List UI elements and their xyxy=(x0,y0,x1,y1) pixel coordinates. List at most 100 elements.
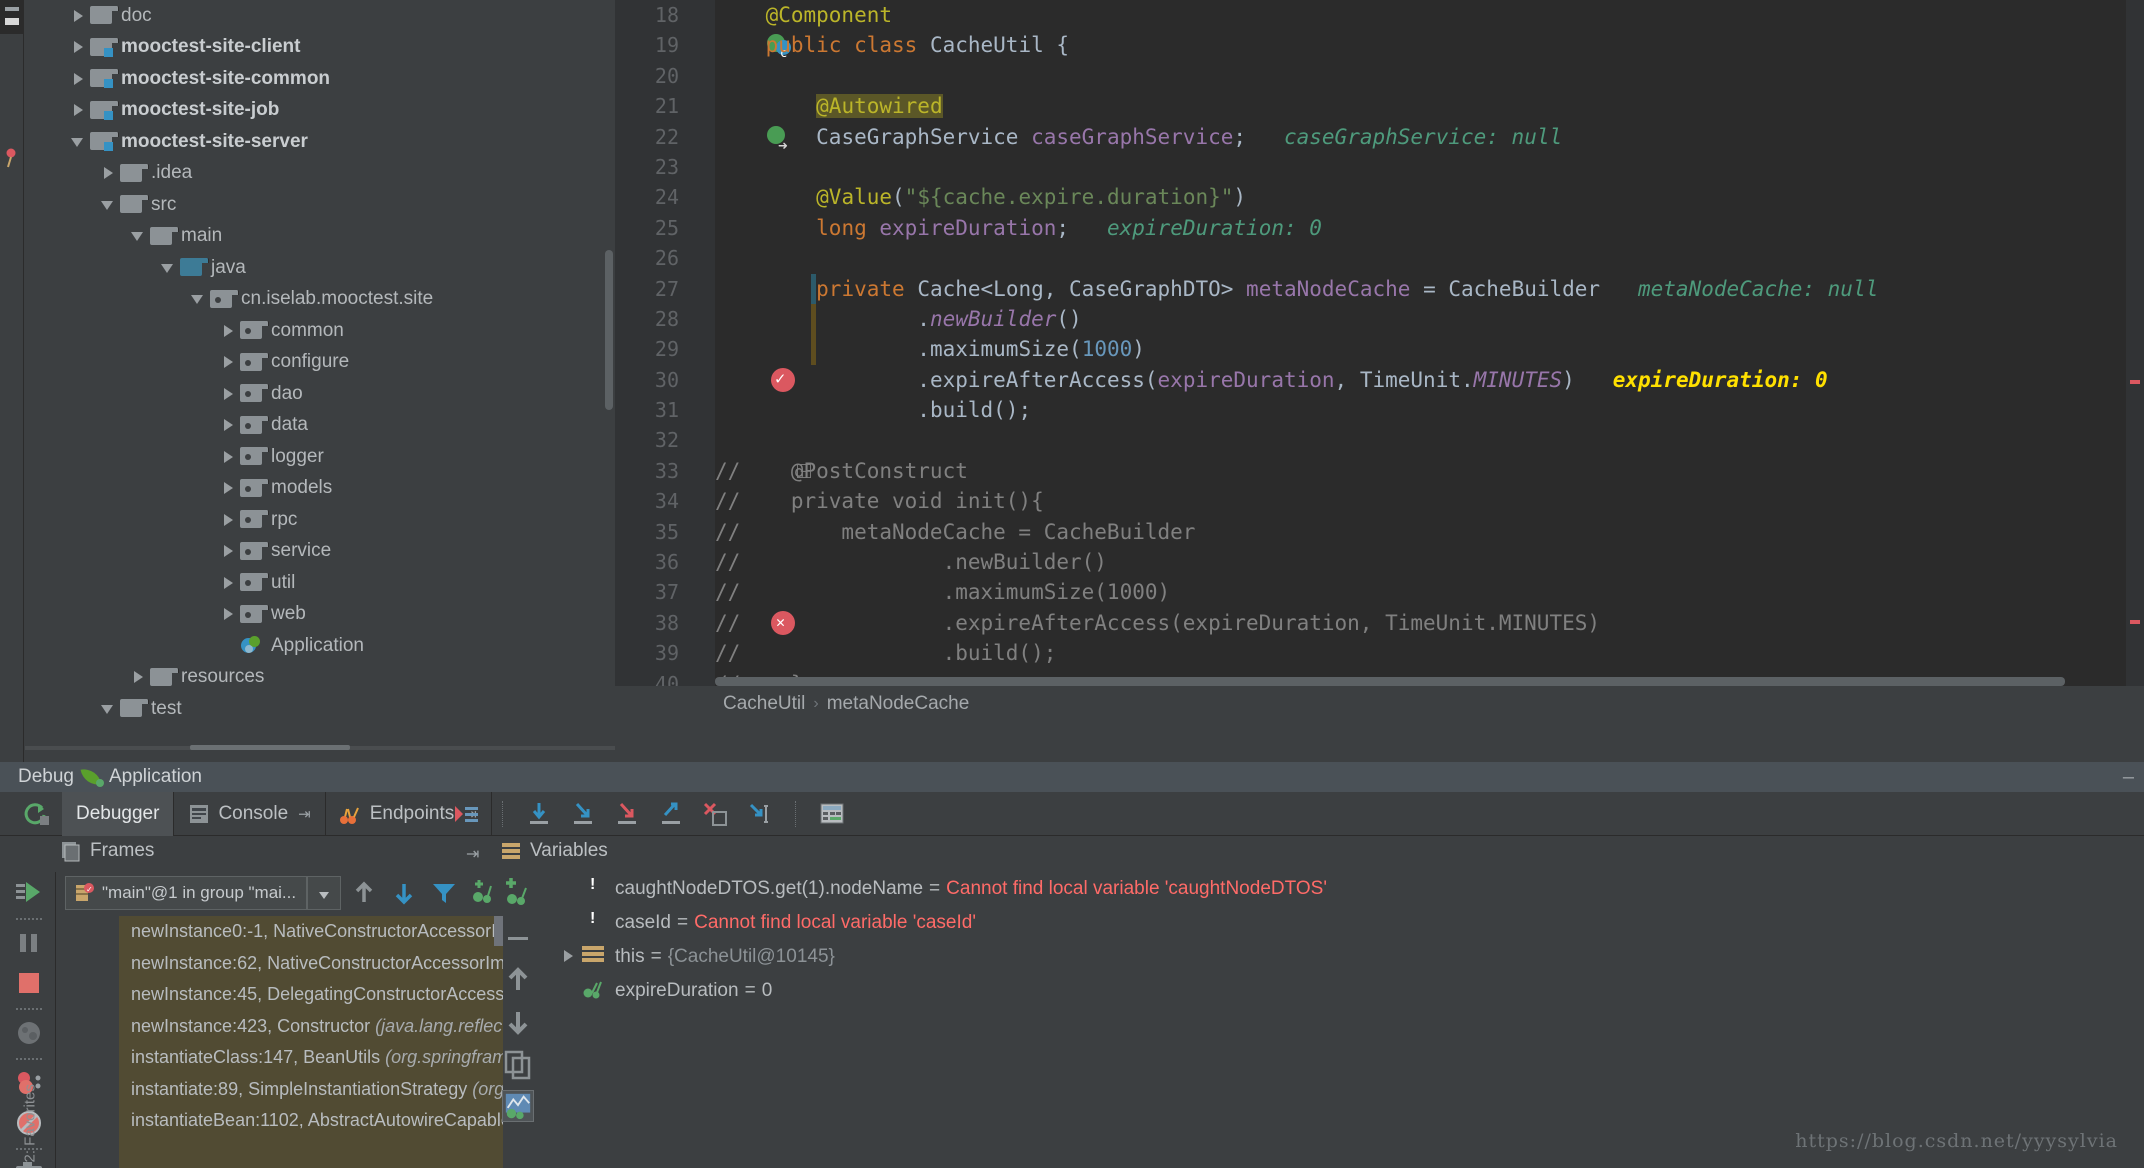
tree-item-web[interactable]: web xyxy=(25,599,615,631)
copy-icon[interactable] xyxy=(502,1048,534,1080)
force-step-into-icon[interactable] xyxy=(613,800,641,828)
code-line[interactable]: 25 long expireDuration; expireDuration: … xyxy=(655,213,2144,243)
evaluate-expression-icon[interactable] xyxy=(818,800,846,828)
code-line[interactable]: 33–// @PostConstruct xyxy=(655,456,2144,486)
tab-pin-icon[interactable]: ⇥ xyxy=(298,805,311,823)
project-tree[interactable]: doc mooctest-site-client mooctest-site-com… xyxy=(25,0,615,746)
rerun-icon[interactable] xyxy=(22,800,50,828)
frames-pane[interactable]: ✓ "main"@1 in group "mai... <init>: xyxy=(57,872,509,1168)
variable-row[interactable]: caseId = Cannot find local variable 'caseI… xyxy=(538,906,2144,940)
run-to-cursor-icon[interactable] xyxy=(745,800,773,828)
close-icon[interactable]: – xyxy=(2123,766,2134,789)
code-line[interactable]: 20 xyxy=(655,61,2144,91)
chevron-right-icon[interactable] xyxy=(219,384,239,404)
code-line[interactable]: 28 .newBuilder() xyxy=(655,303,2144,335)
breadcrumb-class[interactable]: CacheUtil xyxy=(723,693,805,715)
variables-pane[interactable]: caughtNodeDTOS.get(1).nodeName = Cannot fi… xyxy=(538,872,2144,1168)
tree-item-cn-iselab-mooctest-site[interactable]: cn.iselab.mooctest.site xyxy=(25,284,615,316)
tab-console[interactable]: Console ⇥ xyxy=(174,792,326,836)
tree-item-mooctest-site-common[interactable]: mooctest-site-common xyxy=(25,63,615,95)
chevron-right-icon[interactable] xyxy=(219,415,239,435)
tree-item-java[interactable]: java xyxy=(25,252,615,284)
thread-dropdown-arrow[interactable] xyxy=(307,876,341,910)
variable-row[interactable]: this = {CacheUtil@10145} xyxy=(538,940,2144,974)
code-line[interactable]: 35 // metaNodeCache = CacheBuilder xyxy=(655,517,2144,547)
chevron-right-icon[interactable] xyxy=(219,352,239,372)
chevron-right-icon[interactable] xyxy=(99,163,119,183)
step-into-icon[interactable] xyxy=(569,800,597,828)
debug-header-config[interactable]: Application xyxy=(109,766,202,788)
code-line[interactable]: 37 // .maximumSize(1000) xyxy=(655,577,2144,607)
error-stripe-mark[interactable] xyxy=(2130,380,2140,384)
frame-row[interactable]: instantiate:89, SimpleInstantiationStrat… xyxy=(119,1074,503,1106)
tree-item-data[interactable]: data xyxy=(25,410,615,442)
code-line[interactable]: 36 // .newBuilder() xyxy=(655,547,2144,577)
chevron-right-icon[interactable] xyxy=(129,667,149,687)
panel-resize-handle[interactable] xyxy=(190,745,350,750)
stop-icon[interactable] xyxy=(14,968,44,998)
editor-horizontal-scrollbar[interactable] xyxy=(715,677,2065,686)
code-line[interactable]: 30 .expireAfterAccess(expireDuration, Ti… xyxy=(615,364,2144,396)
step-over-icon[interactable] xyxy=(525,800,553,828)
frames-list[interactable]: <init>:30, CacheUtil (cn.iselab.mooctest… xyxy=(119,916,503,1168)
frames-pin-icon[interactable]: ⇥ xyxy=(466,844,479,864)
debug-tab-bar[interactable]: Debugger Console ⇥ Endpoints ⇥ xyxy=(62,792,492,836)
tree-item-doc[interactable]: doc xyxy=(25,0,615,32)
tree-item-models[interactable]: models xyxy=(25,473,615,505)
tree-item-common[interactable]: common xyxy=(25,315,615,347)
tree-item-test[interactable]: test xyxy=(25,693,615,725)
frame-up-icon[interactable] xyxy=(349,878,379,908)
chevron-down-icon[interactable] xyxy=(99,195,119,215)
tab-debugger[interactable]: Debugger xyxy=(62,792,175,836)
frame-row[interactable]: instantiateClass:147, BeanUtils (org.spr… xyxy=(119,1042,503,1074)
chevron-down-icon[interactable] xyxy=(189,289,209,309)
code-line[interactable]: 23 xyxy=(655,152,2144,182)
watches-icon[interactable] xyxy=(502,1090,534,1122)
code-line[interactable]: 19 public class CacheUtil { xyxy=(655,30,2144,68)
tree-item-dao[interactable]: dao xyxy=(25,378,615,410)
project-scrollbar[interactable] xyxy=(605,250,613,410)
code-line[interactable]: 32 xyxy=(655,425,2144,455)
chevron-right-icon[interactable] xyxy=(219,321,239,341)
code-line[interactable]: 29 .maximumSize(1000) xyxy=(655,334,2144,365)
move-down-icon[interactable] xyxy=(502,1006,534,1038)
code-editor[interactable]: 18 @Component19 public class CacheUtil {… xyxy=(615,0,2144,726)
code-line[interactable]: 18 @Component xyxy=(655,0,2144,30)
add-watch-icon[interactable] xyxy=(502,876,534,908)
tree-item-main[interactable]: main xyxy=(25,221,615,253)
editor-error-stripe[interactable] xyxy=(2126,0,2144,722)
thread-selector[interactable]: ✓ "main"@1 in group "mai... xyxy=(65,876,307,910)
customize-threads-icon[interactable] xyxy=(469,878,499,908)
chevron-right-icon[interactable] xyxy=(69,69,89,89)
tree-item-service[interactable]: service xyxy=(25,536,615,568)
editor-fold-strip[interactable] xyxy=(705,0,715,722)
code-line[interactable]: 26 xyxy=(655,243,2144,273)
pause-program-icon[interactable] xyxy=(14,928,44,958)
tree-item-configure[interactable]: configure xyxy=(25,347,615,379)
chevron-right-icon[interactable] xyxy=(558,946,580,968)
resume-program-icon[interactable] xyxy=(14,878,44,908)
breadcrumb[interactable]: CacheUtil › metaNodeCache xyxy=(615,686,2144,722)
breadcrumb-member[interactable]: metaNodeCache xyxy=(827,693,970,715)
chevron-right-icon[interactable] xyxy=(219,510,239,530)
move-up-icon[interactable] xyxy=(502,964,534,996)
frame-row[interactable]: newInstance:62, NativeConstructorAccesso… xyxy=(119,948,503,980)
drop-frame-icon[interactable] xyxy=(701,800,729,828)
tree-item-util[interactable]: util xyxy=(25,567,615,599)
code-line[interactable]: 31 .build(); xyxy=(655,395,2144,425)
frame-row[interactable]: newInstance:45, DelegatingConstructorAcc… xyxy=(119,979,503,1011)
favorites-tool-tab[interactable]: 2: Favorites xyxy=(22,1043,39,1162)
error-stripe-mark[interactable] xyxy=(2130,620,2140,624)
remove-watch-icon[interactable] xyxy=(502,922,534,954)
code-line[interactable]: 27 private Cache<Long, CaseGraphDTO> met… xyxy=(655,273,2144,304)
chevron-right-icon[interactable] xyxy=(69,37,89,57)
tree-item-src[interactable]: src xyxy=(25,189,615,221)
tree-item-logger[interactable]: logger xyxy=(25,441,615,473)
variable-row[interactable]: caughtNodeDTOS.get(1).nodeName = Cannot fi… xyxy=(538,872,2144,906)
chevron-right-icon[interactable] xyxy=(69,6,89,26)
chevron-right-icon[interactable] xyxy=(219,604,239,624)
tree-item-mooctest-site-job[interactable]: mooctest-site-job xyxy=(25,95,615,127)
tree-item-rpc[interactable]: rpc xyxy=(25,504,615,536)
frame-row[interactable]: instantiateBean:1102, AbstractAutowireCa… xyxy=(119,1105,503,1137)
editor-code-area[interactable]: 18 @Component19 public class CacheUtil {… xyxy=(615,0,2144,726)
